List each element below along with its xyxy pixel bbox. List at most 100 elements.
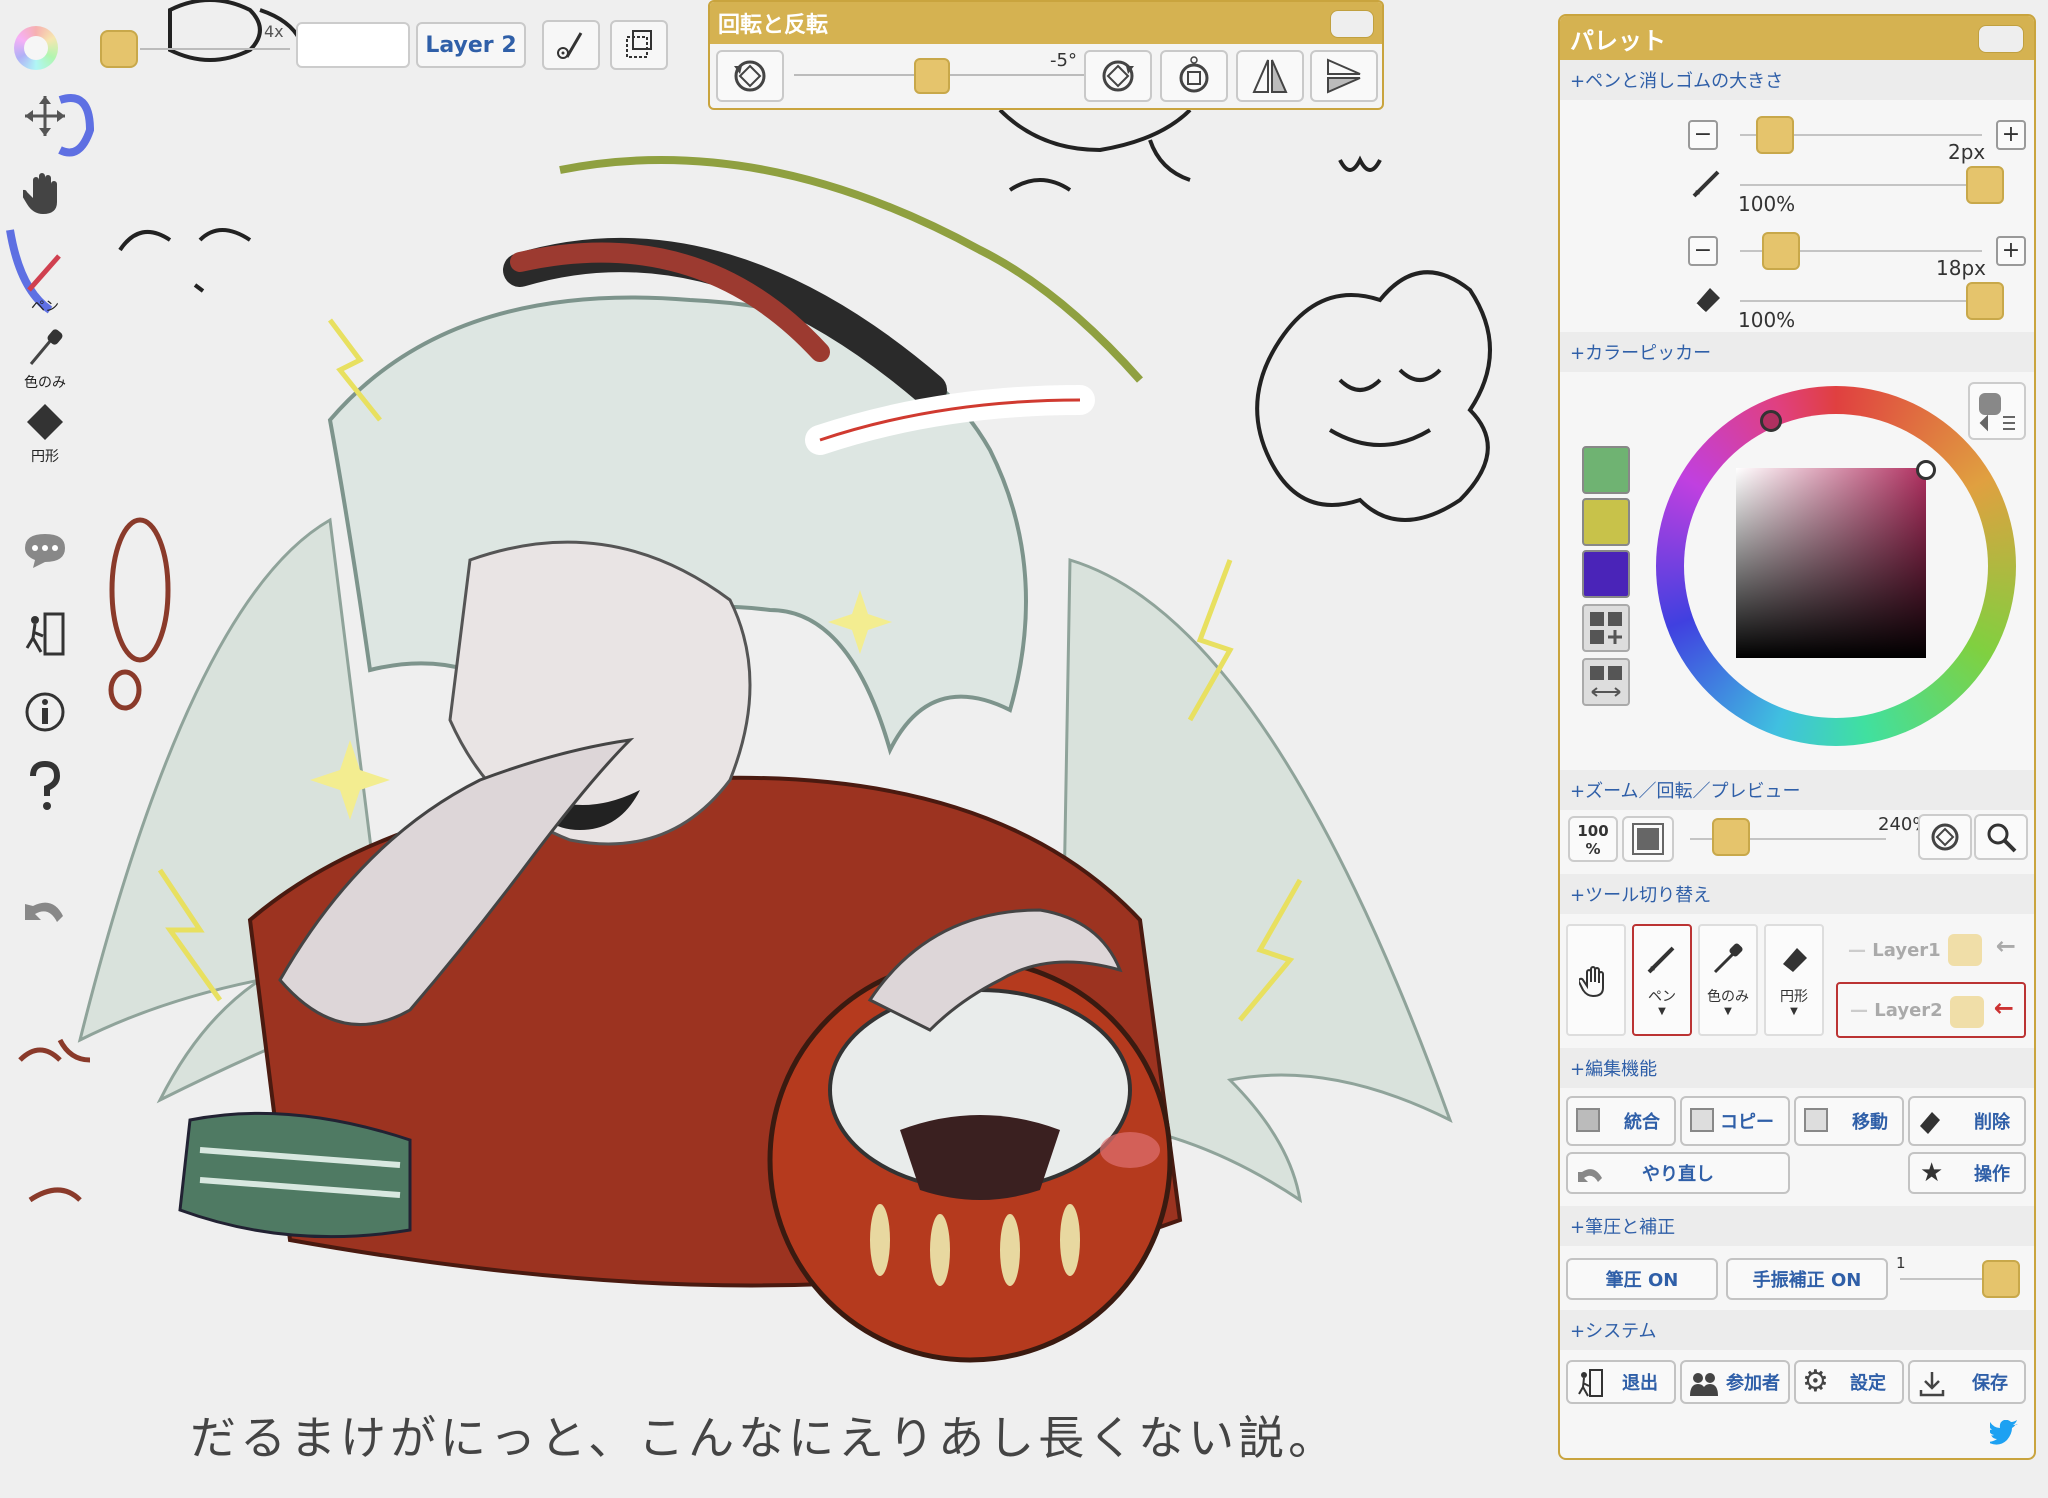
exit-label: 退出 <box>1622 1373 1658 1394</box>
add-swatch-button[interactable] <box>1582 604 1630 652</box>
eyedropper-tile-icon <box>1713 943 1743 974</box>
pen-opacity-knob[interactable] <box>1966 166 2004 204</box>
rotate-reset-button[interactable] <box>1160 50 1228 102</box>
palette-title: パレット <box>1570 26 1666 55</box>
section-color-picker[interactable]: +カラーピッカー <box>1560 332 2034 372</box>
eyedropper-tool[interactable]: 色のみ <box>10 326 80 392</box>
layer-select-button[interactable]: Layer 2 <box>416 22 526 68</box>
zoom-reset-button[interactable]: 100 % <box>1568 816 1618 862</box>
section-edit[interactable]: +編集機能 <box>1560 1048 2034 1088</box>
palette-title-bar[interactable]: パレット <box>1560 16 2034 60</box>
pen-opacity-icon <box>1692 170 1720 198</box>
current-color-swatch[interactable] <box>100 30 138 68</box>
layer-row-2[interactable]: — Layer2 ← <box>1836 982 2026 1038</box>
stabilizer-slider-knob[interactable] <box>1982 1260 2020 1298</box>
color-mode-toggle-button[interactable] <box>1968 382 2026 440</box>
magnifier-icon <box>1987 823 2017 853</box>
fit-screen-button[interactable] <box>1622 816 1674 862</box>
help-button[interactable] <box>10 760 80 816</box>
section-pressure[interactable]: +筆圧と補正 <box>1560 1206 2034 1246</box>
section-system[interactable]: +システム <box>1560 1310 2034 1350</box>
chat-button[interactable] <box>10 530 80 570</box>
merge-button[interactable]: 統合 <box>1566 1096 1676 1146</box>
section-zoom[interactable]: +ズーム／回転／プレビュー <box>1560 770 2034 810</box>
palette-close-button[interactable] <box>1978 25 2024 53</box>
flip-horizontal-button[interactable] <box>1236 50 1304 102</box>
hand-icon <box>23 173 57 214</box>
move-tool[interactable] <box>10 94 80 138</box>
dropdown-arrow-icon: ▼ <box>1724 1006 1732 1017</box>
eraser-size-plus-button[interactable]: + <box>1996 236 2026 266</box>
redo-button[interactable]: やり直し <box>1566 1152 1790 1194</box>
hue-marker[interactable] <box>1760 410 1782 432</box>
brush-gear-icon <box>557 32 583 59</box>
section-tool-switch[interactable]: +ツール切り替え <box>1560 874 2034 914</box>
info-button[interactable] <box>10 690 80 734</box>
color-swatch-yellow[interactable] <box>1582 498 1630 546</box>
participants-button[interactable]: 参加者 <box>1680 1360 1790 1404</box>
preview-button[interactable] <box>1974 814 2028 860</box>
exit-room-button[interactable] <box>10 610 80 658</box>
pen-tool[interactable]: ペン <box>10 250 80 316</box>
canvas-caption: だるまけがにっと、こんなにえりあし長くない説。 <box>190 1411 1339 1465</box>
blank-input-field[interactable] <box>296 22 410 68</box>
pen-opacity-slider-track[interactable] <box>1740 184 1982 186</box>
merge-label: 統合 <box>1624 1112 1660 1133</box>
pen-size-plus-button[interactable]: + <box>1996 120 2026 150</box>
shape-tool[interactable]: 円形 <box>10 400 80 466</box>
eraser-opacity-knob[interactable] <box>1966 282 2004 320</box>
mini-slider-track[interactable] <box>140 48 290 50</box>
redo-arrow-icon <box>1578 1169 1602 1182</box>
stabilizer-toggle-button[interactable]: 手振補正 ON <box>1726 1258 1888 1300</box>
pen-opacity-value: 100% <box>1738 192 1796 216</box>
sv-marker[interactable] <box>1916 460 1936 480</box>
pressure-toggle-button[interactable]: 筆圧 ON <box>1566 1258 1718 1300</box>
zoom-slider-knob[interactable] <box>1712 818 1750 856</box>
save-label: 保存 <box>1972 1373 2008 1394</box>
section-pen-eraser[interactable]: +ペンと消しゴムの大きさ <box>1560 60 2034 100</box>
pen-size-minus-button[interactable]: − <box>1688 120 1718 150</box>
saturation-value-square[interactable] <box>1736 468 1926 658</box>
transform-button[interactable] <box>610 20 668 70</box>
swap-swatch-button[interactable] <box>1582 658 1630 706</box>
eraser-opacity-slider-track[interactable] <box>1740 300 1982 302</box>
dropdown-arrow-icon: ▼ <box>1790 1006 1798 1017</box>
exit-button[interactable]: 退出 <box>1566 1360 1676 1404</box>
transform-icon <box>626 30 652 58</box>
move-button[interactable]: 移動 <box>1794 1096 1904 1146</box>
twitter-bird-icon[interactable] <box>1990 1420 2020 1446</box>
layer-2-color-chip <box>1950 996 1984 1028</box>
settings-button[interactable]: ⚙ 設定 <box>1794 1360 1904 1404</box>
mini-slider-value: 4x <box>264 22 284 41</box>
grid-swap-icon <box>1590 666 1622 697</box>
color-swatch-green[interactable] <box>1582 446 1630 494</box>
operate-button[interactable]: ★ 操作 <box>1908 1152 2026 1194</box>
undo-button[interactable] <box>10 890 80 930</box>
color-wheel-icon[interactable] <box>14 26 58 70</box>
layer-row-1[interactable]: — Layer1 ← <box>1836 922 2026 978</box>
question-mark-icon <box>30 760 61 810</box>
rotate-view-button[interactable] <box>1918 814 1972 860</box>
rotate-right-button[interactable] <box>1084 50 1152 102</box>
brush-settings-button[interactable] <box>542 20 600 70</box>
tool-tile-eyedropper[interactable]: 色のみ ▼ <box>1698 924 1758 1036</box>
tool-tile-shape[interactable]: 円形 ▼ <box>1764 924 1824 1036</box>
tool-tile-hand[interactable] <box>1566 924 1626 1036</box>
rotate-left-button[interactable] <box>716 50 784 102</box>
eyedropper-tool-label: 色のみ <box>24 375 66 391</box>
rotate-panel-title-bar[interactable]: 回転と反転 <box>710 2 1382 44</box>
eraser-size-knob[interactable] <box>1762 232 1800 270</box>
hand-tool[interactable] <box>10 170 80 218</box>
move-arrows-icon <box>25 96 65 136</box>
rotation-slider-knob[interactable] <box>914 58 950 94</box>
rotate-panel-close-button[interactable] <box>1330 10 1374 38</box>
delete-button[interactable]: 削除 <box>1908 1096 2026 1146</box>
flip-vertical-button[interactable] <box>1310 50 1378 102</box>
eraser-size-minus-button[interactable]: − <box>1688 236 1718 266</box>
delete-eraser-icon <box>1920 1112 1940 1134</box>
copy-button[interactable]: コピー <box>1680 1096 1790 1146</box>
color-swatch-purple[interactable] <box>1582 550 1630 598</box>
save-button[interactable]: 保存 <box>1908 1360 2026 1404</box>
tool-tile-pen[interactable]: ペン ▼ <box>1632 924 1692 1036</box>
pen-size-knob[interactable] <box>1756 116 1794 154</box>
